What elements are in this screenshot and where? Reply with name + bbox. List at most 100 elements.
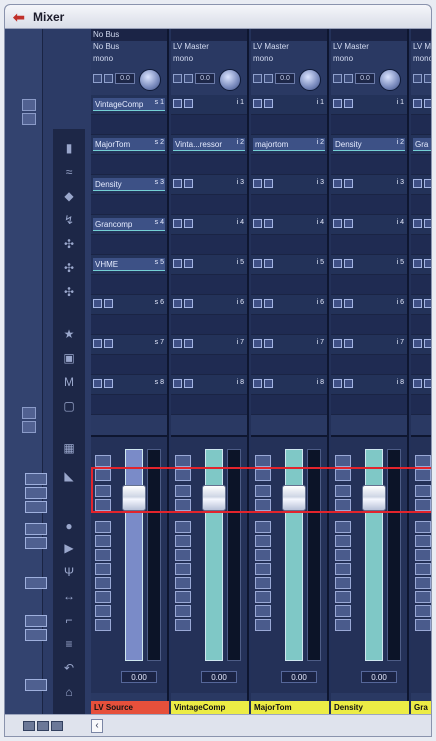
insert-slot[interactable]: i 3	[251, 175, 327, 195]
channel-button[interactable]	[175, 577, 191, 589]
send-slot[interactable]	[251, 275, 327, 295]
send-slot[interactable]	[251, 195, 327, 215]
send-slot[interactable]	[331, 235, 407, 255]
channel-button[interactable]	[415, 605, 431, 617]
channel-button[interactable]	[255, 577, 271, 589]
routing-icon[interactable]: ≡	[62, 637, 76, 651]
bottom-button[interactable]	[37, 721, 49, 731]
edit-button[interactable]	[424, 339, 431, 348]
gain-knob[interactable]	[299, 69, 321, 91]
send-slot[interactable]	[171, 115, 247, 135]
channel-button[interactable]	[255, 619, 271, 631]
edit-button[interactable]	[264, 179, 273, 188]
bypass-button[interactable]	[333, 179, 342, 188]
send-slot[interactable]	[171, 355, 247, 375]
bypass-button[interactable]	[173, 259, 182, 268]
fader-value[interactable]: 0.00	[281, 671, 317, 683]
insert-icon[interactable]: ◆	[62, 189, 76, 203]
insert-slot[interactable]: Density s 3	[91, 175, 167, 195]
send-slot[interactable]	[411, 275, 431, 295]
send-slot[interactable]	[331, 155, 407, 175]
channel-button[interactable]	[335, 577, 351, 589]
channel-button[interactable]	[415, 535, 431, 547]
record-dot-icon[interactable]: ●	[62, 519, 76, 533]
insert-name[interactable]: Gra	[413, 138, 431, 151]
bypass-button[interactable]	[333, 339, 342, 348]
insert-slot[interactable]: MajorTom s 2	[91, 135, 167, 155]
edit-button[interactable]	[264, 339, 273, 348]
eq-icon[interactable]: ≈	[62, 165, 76, 179]
insert-slot[interactable]: Density i 2	[331, 135, 407, 155]
insert-slot[interactable]: VHME s 5	[91, 255, 167, 275]
channel-button[interactable]	[255, 549, 271, 561]
channel-name[interactable]: Gra	[411, 701, 431, 714]
send-slot[interactable]	[251, 115, 327, 135]
bypass-button[interactable]	[173, 379, 182, 388]
panel-toggle-button[interactable]	[22, 407, 36, 419]
insert-slot[interactable]: i 5	[411, 255, 431, 275]
edit-button[interactable]	[264, 379, 273, 388]
gain-knob[interactable]	[139, 69, 161, 91]
edit-button[interactable]	[344, 219, 353, 228]
flag-icon[interactable]: ◣	[62, 469, 76, 483]
view-toggle-button[interactable]	[25, 577, 47, 589]
routing-icon[interactable]: ⌐	[62, 613, 76, 627]
pan-icon[interactable]: ✣	[62, 237, 76, 251]
insert-slot[interactable]: s 7	[91, 335, 167, 355]
insert-slot[interactable]: i 6	[331, 295, 407, 315]
arrows-icon[interactable]: ↔	[62, 589, 76, 603]
psi-icon[interactable]: Ψ	[62, 565, 76, 579]
edit-button[interactable]	[184, 299, 193, 308]
phase-button[interactable]	[253, 74, 262, 83]
insert-slot[interactable]: i 1	[331, 95, 407, 115]
channel-name[interactable]: MajorTom	[251, 701, 329, 714]
channel-button[interactable]	[175, 535, 191, 547]
phase-button[interactable]	[413, 74, 422, 83]
insert-slot[interactable]: s 6	[91, 295, 167, 315]
edit-button[interactable]	[264, 299, 273, 308]
channel-button[interactable]	[335, 535, 351, 547]
view-toggle-button[interactable]	[25, 615, 47, 627]
channel-button[interactable]	[175, 605, 191, 617]
bypass-button[interactable]	[93, 339, 102, 348]
view-toggle-button[interactable]	[25, 501, 47, 513]
bypass-button[interactable]	[173, 339, 182, 348]
insert-slot[interactable]: i 7	[331, 335, 407, 355]
channel-button[interactable]	[175, 521, 191, 533]
insert-slot[interactable]: i 4	[171, 215, 247, 235]
channel-button[interactable]	[95, 591, 111, 603]
input-button[interactable]	[344, 74, 353, 83]
send-slot[interactable]	[91, 315, 167, 335]
bypass-button[interactable]	[93, 379, 102, 388]
channel-button[interactable]	[335, 563, 351, 575]
phase-button[interactable]	[333, 74, 342, 83]
send-slot[interactable]	[331, 355, 407, 375]
undo-icon[interactable]: ↶	[62, 661, 76, 675]
edit-button[interactable]	[264, 219, 273, 228]
send-slot[interactable]	[411, 355, 431, 375]
send-slot[interactable]	[331, 315, 407, 335]
send-slot[interactable]	[171, 155, 247, 175]
channel-button[interactable]	[95, 577, 111, 589]
channel-button[interactable]	[175, 549, 191, 561]
send-slot[interactable]	[331, 275, 407, 295]
send-slot[interactable]	[411, 235, 431, 255]
send-slot[interactable]	[331, 395, 407, 415]
insert-slot[interactable]: Grancomp s 4	[91, 215, 167, 235]
bypass-button[interactable]	[333, 219, 342, 228]
scroll-left-arrow[interactable]: ‹	[91, 719, 103, 733]
bypass-button[interactable]	[253, 339, 262, 348]
send-slot[interactable]	[171, 275, 247, 295]
edit-button[interactable]	[424, 179, 431, 188]
phase-button[interactable]	[173, 74, 182, 83]
channel-button[interactable]	[175, 591, 191, 603]
input-button[interactable]	[104, 74, 113, 83]
bypass-button[interactable]	[413, 259, 422, 268]
edit-button[interactable]	[104, 299, 113, 308]
insert-slot[interactable]: i 5	[251, 255, 327, 275]
insert-slot[interactable]: i 4	[251, 215, 327, 235]
send-slot[interactable]	[91, 395, 167, 415]
send-slot[interactable]	[411, 315, 431, 335]
channel-button[interactable]	[415, 619, 431, 631]
send-slot[interactable]	[171, 195, 247, 215]
